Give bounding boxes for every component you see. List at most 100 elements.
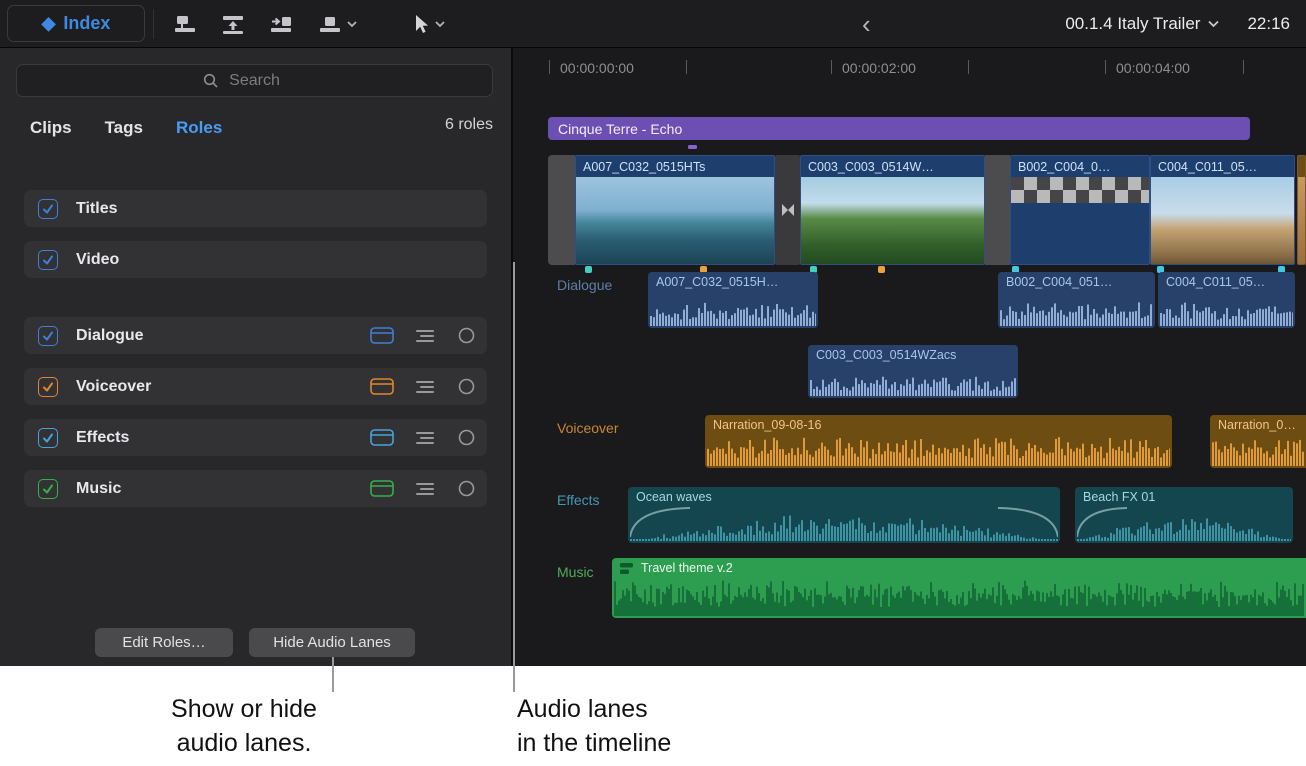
marker[interactable]: [585, 266, 592, 273]
hide-audio-lanes-button[interactable]: Hide Audio Lanes: [249, 628, 415, 657]
callout-line-right: [513, 262, 515, 692]
role-row-video[interactable]: Video: [24, 241, 487, 278]
transition-icon: [780, 202, 796, 218]
check-icon: [41, 380, 55, 394]
video-clip[interactable]: C003_C003_0514W…: [800, 155, 985, 265]
audio-clip-name: Beach FX 01: [1083, 490, 1155, 504]
audio-lane-icon[interactable]: [370, 429, 394, 446]
focus-circle-icon[interactable]: [458, 327, 475, 344]
checkbox-effects[interactable]: [38, 428, 58, 448]
search-input[interactable]: [16, 64, 493, 97]
append-clip-button[interactable]: [260, 7, 302, 41]
marker[interactable]: [878, 266, 885, 273]
toolbar-divider: [153, 9, 154, 39]
fade-out-handle[interactable]: [998, 505, 1058, 537]
role-row-titles[interactable]: Titles: [24, 190, 487, 227]
waveform: [1000, 296, 1153, 326]
audio-clip-dialogue-connected[interactable]: C003_C003_0514WZacs: [808, 345, 1018, 398]
video-thumbnail: [1151, 177, 1294, 264]
previous-chevron-button[interactable]: ‹: [856, 6, 877, 42]
project-header: 00.1.4 Italy Trailer 22:16: [1065, 0, 1290, 48]
video-clip[interactable]: A007_C032_0515HTs: [575, 155, 775, 265]
audio-clip-name: C003_C003_0514WZacs: [816, 348, 956, 362]
insert-clip-button[interactable]: [212, 7, 254, 41]
search-field-wrap: [16, 64, 493, 97]
audio-clip-effects[interactable]: Beach FX 01: [1075, 487, 1293, 543]
audio-lane-icon[interactable]: [370, 327, 394, 344]
toolbar: ◆ Index: [0, 0, 1306, 48]
audio-lane-icon[interactable]: [370, 480, 394, 497]
checkbox-voiceover[interactable]: [38, 377, 58, 397]
ruler-timecode: 00:00:04:00: [1116, 60, 1190, 76]
subroles-icon[interactable]: [416, 329, 436, 343]
audio-lane-icon[interactable]: [370, 378, 394, 395]
ruler-tick: [1105, 60, 1106, 74]
gap-clip[interactable]: [985, 155, 1010, 265]
arrow-cursor-icon: [410, 13, 430, 35]
focus-circle-icon[interactable]: [458, 480, 475, 497]
connected-clip-icon: [620, 562, 635, 575]
audio-clip-dialogue[interactable]: B002_C004_051…: [998, 272, 1155, 328]
role-label: Effects: [76, 429, 129, 447]
subroles-icon[interactable]: [416, 380, 436, 394]
fade-in-handle[interactable]: [630, 505, 690, 537]
video-clip-name: B002_C004_0…: [1011, 156, 1149, 177]
audio-clip-voiceover[interactable]: Narration_0…: [1210, 415, 1306, 468]
tab-roles[interactable]: Roles: [176, 118, 222, 138]
audio-clip-music[interactable]: Travel theme v.2: [612, 558, 1306, 618]
connect-clip-button[interactable]: [164, 7, 206, 41]
ruler-timecode: 00:00:02:00: [842, 60, 916, 76]
overwrite-clip-button[interactable]: [308, 7, 366, 41]
focus-circle-icon[interactable]: [458, 429, 475, 446]
focus-circle-icon[interactable]: [458, 378, 475, 395]
waveform: [1160, 296, 1293, 326]
video-clip[interactable]: B002_C004_0…: [1010, 155, 1150, 265]
video-thumbnail: [1011, 177, 1149, 264]
audio-clip-dialogue[interactable]: A007_C032_0515H…: [648, 272, 818, 328]
lane-label-music: Music: [557, 564, 594, 580]
video-thumbnail: [801, 177, 984, 264]
video-clip-name: C004_C011_05…: [1151, 156, 1294, 177]
checkbox-video[interactable]: [38, 250, 58, 270]
checkbox-dialogue[interactable]: [38, 326, 58, 346]
timecode-display: 22:16: [1247, 14, 1290, 34]
role-row-voiceover[interactable]: Voiceover: [24, 368, 487, 405]
lane-label-voiceover: Voiceover: [557, 420, 618, 436]
project-title-menu[interactable]: 00.1.4 Italy Trailer: [1065, 14, 1219, 34]
tab-clips[interactable]: Clips: [30, 118, 72, 138]
timeline[interactable]: 00:00:00:00 00:00:02:00 00:00:04:00 Cinq…: [513, 48, 1306, 666]
trim-handle[interactable]: [548, 155, 575, 265]
waveform: [650, 296, 816, 326]
audio-clip-voiceover[interactable]: Narration_09-08-16: [705, 415, 1172, 468]
ruler-tick: [968, 60, 969, 74]
role-row-effects[interactable]: Effects: [24, 419, 487, 456]
video-clip[interactable]: [1297, 155, 1306, 265]
role-label: Video: [76, 251, 119, 269]
check-icon: [41, 329, 55, 343]
roles-count-label: 6 roles: [445, 116, 493, 134]
fade-in-handle[interactable]: [1077, 505, 1127, 537]
index-button[interactable]: ◆ Index: [7, 5, 145, 42]
waveform: [810, 368, 1016, 396]
ruler-tick: [831, 60, 832, 74]
subroles-icon[interactable]: [416, 482, 436, 496]
index-button-label: Index: [63, 13, 110, 34]
checkbox-titles[interactable]: [38, 199, 58, 219]
title-clip[interactable]: Cinque Terre - Echo: [548, 117, 1250, 140]
tab-tags[interactable]: Tags: [105, 118, 143, 138]
tools-menu-button[interactable]: [400, 7, 454, 41]
check-icon: [41, 202, 55, 216]
role-label: Titles: [76, 200, 118, 218]
checkbox-music[interactable]: [38, 479, 58, 499]
role-row-music[interactable]: Music: [24, 470, 487, 507]
diamond-icon: ◆: [42, 13, 56, 34]
transition[interactable]: [775, 155, 800, 265]
audio-clip-effects[interactable]: Ocean waves: [628, 487, 1060, 543]
video-clip[interactable]: C004_C011_05…: [1150, 155, 1295, 265]
audio-clip-dialogue[interactable]: C004_C011_05…: [1158, 272, 1295, 328]
edit-roles-button[interactable]: Edit Roles…: [95, 628, 233, 657]
connect-clip-icon: [173, 13, 197, 35]
waveform: [1212, 436, 1304, 466]
subroles-icon[interactable]: [416, 431, 436, 445]
role-row-dialogue[interactable]: Dialogue: [24, 317, 487, 354]
